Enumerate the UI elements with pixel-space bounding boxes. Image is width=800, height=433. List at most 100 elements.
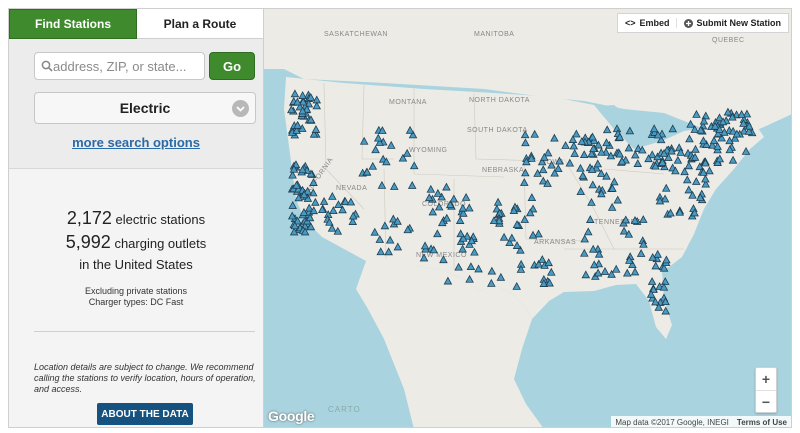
- station-marker[interactable]: [624, 143, 634, 152]
- station-marker[interactable]: [407, 181, 417, 189]
- station-marker[interactable]: [319, 197, 329, 205]
- station-marker[interactable]: [455, 216, 465, 224]
- station-marker[interactable]: [550, 133, 559, 142]
- station-marker[interactable]: [298, 91, 307, 99]
- station-marker[interactable]: [520, 130, 530, 139]
- station-marker[interactable]: [530, 129, 539, 138]
- station-marker[interactable]: [585, 215, 595, 223]
- station-marker[interactable]: [741, 146, 751, 155]
- station-marker[interactable]: [520, 215, 530, 223]
- station-marker[interactable]: [290, 89, 300, 98]
- station-marker[interactable]: [579, 150, 589, 159]
- station-marker[interactable]: [607, 202, 617, 211]
- station-marker[interactable]: [661, 306, 670, 315]
- station-marker[interactable]: [402, 148, 412, 157]
- station-marker[interactable]: [328, 191, 337, 200]
- station-marker[interactable]: [661, 183, 671, 192]
- station-marker[interactable]: [512, 281, 521, 290]
- station-marker[interactable]: [359, 136, 369, 145]
- station-marker[interactable]: [602, 125, 612, 134]
- station-marker[interactable]: [543, 148, 553, 157]
- station-marker[interactable]: [625, 126, 635, 135]
- station-marker[interactable]: [375, 235, 385, 243]
- station-marker[interactable]: [639, 215, 648, 223]
- station-marker[interactable]: [449, 194, 459, 203]
- station-marker[interactable]: [434, 202, 444, 211]
- station-marker[interactable]: [528, 230, 538, 239]
- station-marker[interactable]: [685, 134, 694, 143]
- station-marker[interactable]: [686, 119, 695, 128]
- more-search-options-link[interactable]: more search options: [17, 135, 255, 150]
- station-marker[interactable]: [709, 136, 719, 145]
- station-marker[interactable]: [699, 136, 708, 145]
- station-marker[interactable]: [384, 247, 393, 256]
- station-marker[interactable]: [636, 249, 646, 257]
- station-marker[interactable]: [705, 166, 714, 175]
- fuel-type-select[interactable]: Electric: [34, 92, 256, 124]
- about-the-data-button[interactable]: ABOUT THE DATA: [97, 403, 193, 425]
- station-marker[interactable]: [521, 168, 530, 177]
- tab-plan-route[interactable]: Plan a Route: [137, 9, 263, 39]
- station-marker[interactable]: [547, 160, 556, 169]
- station-marker[interactable]: [433, 229, 442, 238]
- station-marker[interactable]: [521, 138, 530, 147]
- station-marker[interactable]: [610, 177, 619, 186]
- station-marker[interactable]: [386, 140, 396, 149]
- station-marker[interactable]: [583, 227, 593, 236]
- station-marker[interactable]: [507, 233, 517, 242]
- station-marker[interactable]: [547, 267, 556, 276]
- station-marker[interactable]: [311, 197, 320, 206]
- station-marker[interactable]: [565, 158, 575, 167]
- terms-of-use-link[interactable]: Terms of Use: [737, 418, 787, 427]
- station-marker[interactable]: [385, 235, 395, 244]
- station-marker[interactable]: [587, 197, 596, 206]
- station-marker[interactable]: [600, 266, 610, 275]
- station-marker[interactable]: [576, 163, 585, 172]
- station-marker[interactable]: [461, 192, 471, 201]
- station-marker[interactable]: [534, 229, 543, 238]
- station-marker[interactable]: [370, 227, 380, 236]
- station-marker[interactable]: [631, 150, 640, 159]
- station-marker[interactable]: [428, 207, 438, 216]
- station-marker[interactable]: [662, 255, 671, 264]
- station-marker[interactable]: [512, 241, 522, 249]
- station-marker[interactable]: [346, 197, 356, 206]
- station-marker[interactable]: [668, 124, 678, 133]
- station-marker[interactable]: [373, 133, 383, 142]
- station-marker[interactable]: [465, 203, 474, 212]
- station-marker[interactable]: [649, 124, 659, 133]
- station-marker[interactable]: [288, 200, 297, 209]
- station-marker[interactable]: [581, 270, 591, 279]
- station-marker[interactable]: [499, 232, 509, 241]
- station-marker[interactable]: [439, 255, 448, 264]
- station-marker[interactable]: [593, 159, 603, 168]
- station-marker[interactable]: [376, 247, 386, 256]
- station-marker[interactable]: [458, 244, 467, 253]
- station-marker[interactable]: [474, 264, 483, 273]
- station-marker[interactable]: [520, 178, 529, 186]
- station-marker[interactable]: [561, 141, 570, 149]
- station-marker[interactable]: [555, 156, 564, 165]
- station-marker[interactable]: [576, 187, 586, 195]
- station-marker[interactable]: [538, 165, 548, 174]
- station-marker[interactable]: [390, 182, 399, 190]
- station-marker[interactable]: [580, 234, 589, 243]
- station-marker[interactable]: [691, 177, 701, 185]
- station-marker[interactable]: [684, 185, 694, 194]
- station-marker[interactable]: [419, 253, 429, 262]
- station-marker[interactable]: [737, 109, 746, 118]
- station-map[interactable]: SASKATCHEWAN MANITOBA QUEBEC MONTANA NOR…: [264, 8, 792, 428]
- station-marker[interactable]: [701, 174, 710, 183]
- submit-station-button[interactable]: Submit New Station: [676, 18, 788, 28]
- station-marker[interactable]: [612, 124, 622, 133]
- tab-find-stations[interactable]: Find Stations: [9, 9, 137, 39]
- station-marker[interactable]: [465, 274, 474, 283]
- station-marker[interactable]: [409, 161, 419, 170]
- station-marker[interactable]: [493, 197, 503, 206]
- station-marker[interactable]: [691, 144, 700, 153]
- station-marker[interactable]: [405, 125, 415, 134]
- station-marker[interactable]: [371, 145, 380, 154]
- station-marker[interactable]: [443, 276, 453, 285]
- station-marker[interactable]: [311, 125, 321, 133]
- station-marker[interactable]: [572, 129, 581, 138]
